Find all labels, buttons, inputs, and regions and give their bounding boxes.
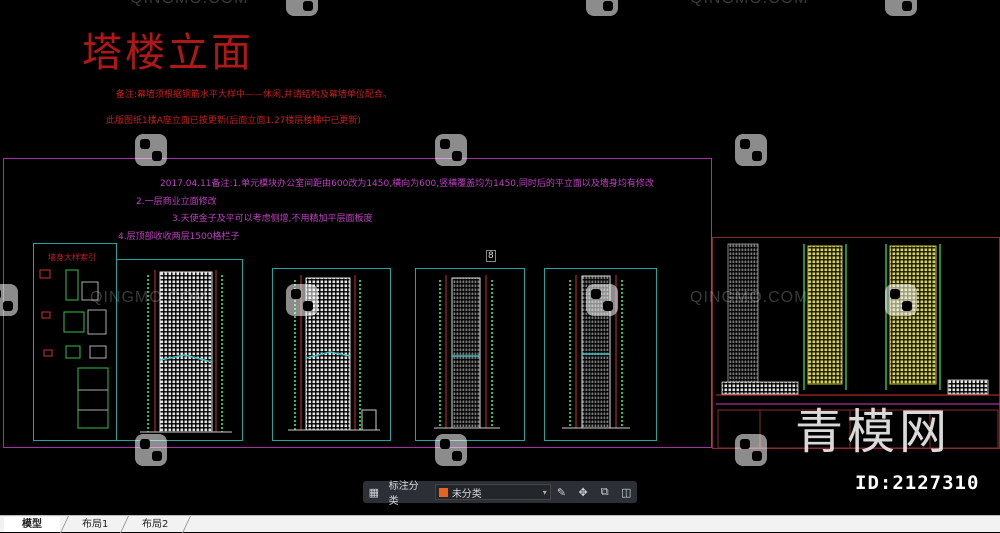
watermark-logo-icon: [735, 434, 767, 466]
watermark-logo-icon: [286, 0, 318, 16]
category-color-swatch: [438, 487, 448, 497]
watermark-logo-icon: [135, 134, 167, 166]
annotation-toolbar: ▦ 标注分类 未分类 ▾ ✎ ✥ ⧉ ◫: [363, 481, 637, 507]
copy-icon[interactable]: ⧉: [594, 481, 616, 503]
watermark-logo-icon: [0, 284, 18, 316]
category-select[interactable]: 未分类 ▾: [434, 484, 551, 500]
watermark-logo-icon: [885, 0, 917, 16]
watermark-logo-icon: [735, 134, 767, 166]
watermark-logo-icon: [435, 434, 467, 466]
tab-layout2[interactable]: 布局2: [124, 517, 186, 532]
watermark-big-text: 青模网: [795, 404, 952, 460]
layout-tab-bar: 模型 布局1 布局2: [0, 515, 1000, 533]
watermark-text-3: QINGMO.COM: [690, 0, 808, 8]
watermark-text-2: QINGMO.COM: [690, 289, 809, 306]
watermark-text-1: QINGMO.COM: [90, 289, 209, 306]
watermark-text-4: QINGMO.COM: [130, 0, 248, 8]
watermark-logo-icon: [586, 0, 618, 16]
watermark-logo-icon: [286, 284, 318, 316]
grid-icon[interactable]: ▦: [363, 481, 385, 503]
chevron-down-icon: ▾: [542, 487, 547, 497]
tab-layout1[interactable]: 布局1: [64, 517, 126, 532]
tower-elevation-3: [434, 275, 500, 429]
category-select-value: 未分类: [451, 488, 482, 500]
classify-label: 标注分类: [388, 481, 419, 507]
tab-model[interactable]: 模型: [4, 517, 60, 532]
watermark-logo-icon: [435, 134, 467, 166]
move-icon[interactable]: ✥: [572, 481, 594, 503]
cad-drawing-canvas[interactable]: 塔楼立面 备注:幕墙须根据钢筋水平大样中——休闲,并请结构及幕墙单位配合。 此版…: [0, 0, 1000, 515]
watermark-logo-icon: [586, 284, 618, 316]
edit-icon[interactable]: ✎: [551, 481, 573, 503]
watermark-logo-icon: [885, 284, 917, 316]
layers-icon[interactable]: ◫: [615, 481, 637, 503]
watermark-id-label: ID:2127310: [855, 472, 980, 494]
watermark-logo-icon: [135, 434, 167, 466]
